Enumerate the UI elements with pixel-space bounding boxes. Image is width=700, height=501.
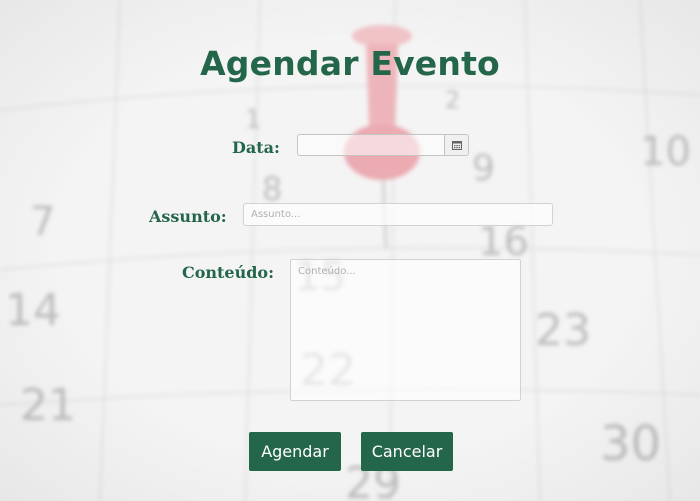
date-picker[interactable] bbox=[297, 134, 469, 156]
date-label: Data: bbox=[232, 138, 280, 157]
subject-input[interactable] bbox=[243, 203, 553, 226]
cancel-button[interactable]: Cancelar bbox=[361, 432, 453, 471]
schedule-button[interactable]: Agendar bbox=[249, 432, 341, 471]
page-title: Agendar Evento bbox=[200, 44, 500, 83]
calendar-icon bbox=[451, 140, 462, 150]
content-label: Conteúdo: bbox=[182, 263, 275, 282]
content-textarea[interactable] bbox=[290, 259, 521, 401]
date-input[interactable] bbox=[298, 135, 446, 155]
calendar-button[interactable] bbox=[444, 135, 468, 155]
subject-label: Assunto: bbox=[149, 207, 227, 226]
